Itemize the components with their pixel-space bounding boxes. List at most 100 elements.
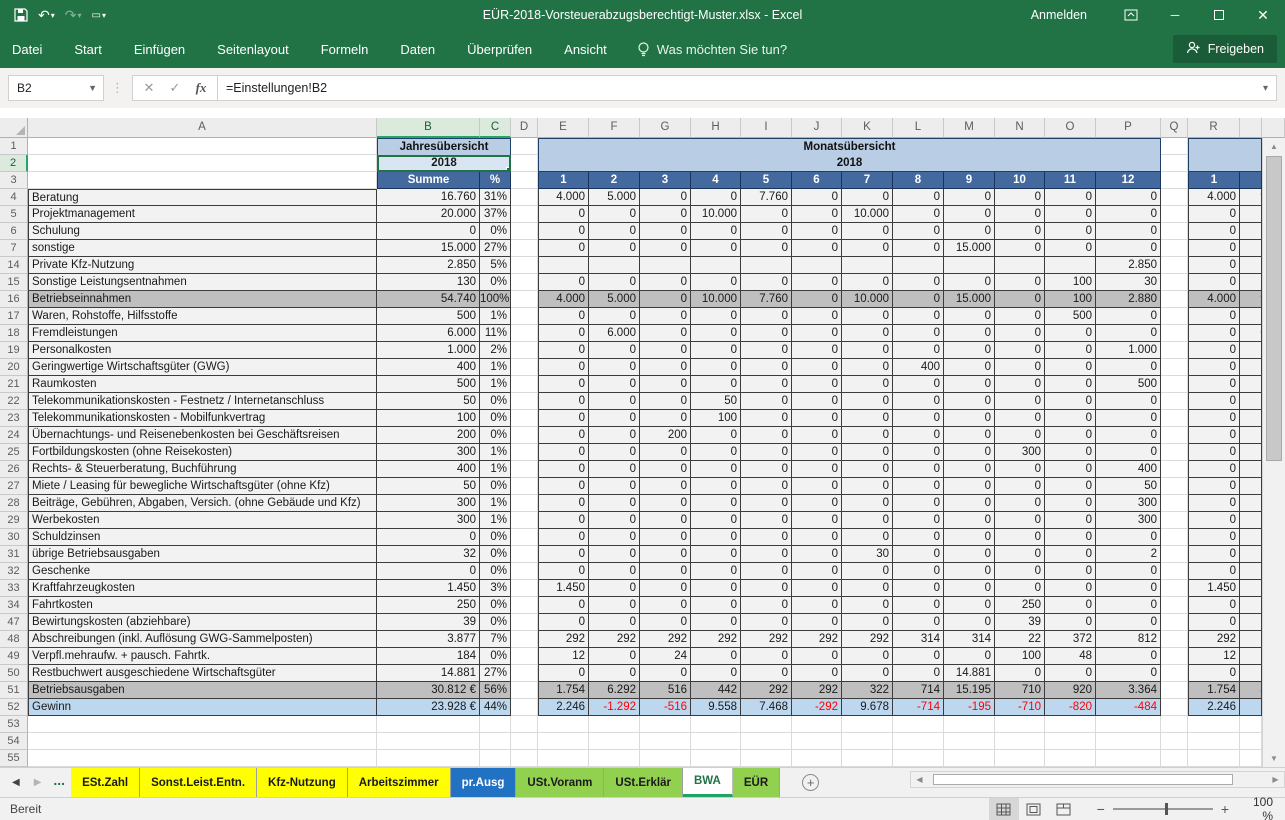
cell[interactable]: [511, 699, 538, 716]
cell[interactable]: [1161, 359, 1188, 376]
month-value-cell[interactable]: 0: [538, 444, 589, 461]
cell[interactable]: [842, 716, 893, 733]
month-value-cell[interactable]: 500: [1045, 308, 1096, 325]
row-header[interactable]: 34: [0, 597, 28, 614]
month-value-cell[interactable]: 0: [792, 291, 842, 308]
cell[interactable]: [1161, 665, 1188, 682]
month-value-cell[interactable]: 920: [1045, 682, 1096, 699]
month-value-cell[interactable]: 0: [640, 614, 691, 631]
sheet-nav-left-icon[interactable]: ◀: [12, 777, 20, 788]
row-label-cell[interactable]: Bewirtungskosten (abziehbare): [28, 614, 377, 631]
month-value-cell[interactable]: 2.880: [1096, 291, 1161, 308]
sum-cell[interactable]: 1.450: [377, 580, 480, 597]
month-value-cell[interactable]: 0: [893, 478, 944, 495]
sheet-tab-bwa[interactable]: BWA: [683, 768, 733, 797]
month-value-cell[interactable]: 0: [842, 376, 893, 393]
cumulative-value-cell[interactable]: 0: [1188, 359, 1240, 376]
month-value-cell[interactable]: 0: [893, 427, 944, 444]
cumulative-value-cell[interactable]: 0: [1240, 563, 1262, 580]
month-value-cell[interactable]: [944, 257, 995, 274]
ribbon-tab-datei[interactable]: Datei: [0, 30, 58, 68]
month-value-cell[interactable]: 0: [741, 325, 792, 342]
month-value-cell[interactable]: 9.678: [842, 699, 893, 716]
cumulative-value-cell[interactable]: 0: [1188, 529, 1240, 546]
month-value-cell[interactable]: 322: [842, 682, 893, 699]
month-value-cell[interactable]: [995, 257, 1045, 274]
month-value-cell[interactable]: 100: [1045, 274, 1096, 291]
month-value-cell[interactable]: 0: [640, 223, 691, 240]
month-value-cell[interactable]: 0: [741, 665, 792, 682]
scroll-down-icon[interactable]: ▼: [1263, 750, 1285, 767]
month-value-cell[interactable]: 516: [640, 682, 691, 699]
cell[interactable]: [741, 750, 792, 767]
month-value-cell[interactable]: 0: [893, 529, 944, 546]
sheet-tab-eür[interactable]: EÜR: [733, 768, 780, 797]
cell[interactable]: [1161, 325, 1188, 342]
month-value-cell[interactable]: [893, 257, 944, 274]
month-value-cell[interactable]: 0: [741, 240, 792, 257]
cell[interactable]: [511, 308, 538, 325]
month-value-cell[interactable]: 30: [1096, 274, 1161, 291]
cell[interactable]: [511, 546, 538, 563]
month-value-cell[interactable]: 0: [640, 376, 691, 393]
month-value-cell[interactable]: -195: [944, 699, 995, 716]
row-header[interactable]: 30: [0, 529, 28, 546]
sheet-tab-sonst-leist-entn-[interactable]: Sonst.Leist.Entn.: [140, 768, 257, 797]
month-value-cell[interactable]: 0: [1096, 563, 1161, 580]
cell[interactable]: [1161, 546, 1188, 563]
sum-cell[interactable]: 400: [377, 359, 480, 376]
percent-cell[interactable]: 0%: [480, 546, 511, 563]
new-sheet-button[interactable]: +: [802, 768, 819, 797]
cell[interactable]: [511, 393, 538, 410]
month-value-cell[interactable]: [538, 257, 589, 274]
row-header[interactable]: 52: [0, 699, 28, 716]
month-value-cell[interactable]: 0: [691, 580, 741, 597]
month-value-cell[interactable]: 0: [640, 393, 691, 410]
month-value-cell[interactable]: 0: [741, 223, 792, 240]
month-value-cell[interactable]: 0: [995, 376, 1045, 393]
month-value-cell[interactable]: 0: [1096, 206, 1161, 223]
row-label-cell[interactable]: Kraftfahrzeugkosten: [28, 580, 377, 597]
row-label-cell[interactable]: Raumkosten: [28, 376, 377, 393]
month-value-cell[interactable]: 0: [792, 648, 842, 665]
sheet-tab-arbeitszimmer[interactable]: Arbeitszimmer: [348, 768, 451, 797]
sum-cell[interactable]: 0: [377, 563, 480, 580]
tellme-box[interactable]: Was möchten Sie tun?: [637, 42, 787, 57]
tab-overflow-indicator[interactable]: ...: [51, 768, 71, 797]
month-value-cell[interactable]: 0: [640, 546, 691, 563]
month-value-cell[interactable]: 0: [1045, 461, 1096, 478]
cell[interactable]: [377, 750, 480, 767]
percent-cell[interactable]: 0%: [480, 529, 511, 546]
cumulative-value-cell[interactable]: 0: [1240, 478, 1262, 495]
month-value-cell[interactable]: 0: [589, 512, 640, 529]
row-label-cell[interactable]: Fremdleistungen: [28, 325, 377, 342]
month-value-cell[interactable]: 0: [691, 495, 741, 512]
cumulative-value-cell[interactable]: 0: [1240, 257, 1262, 274]
month-value-cell[interactable]: 0: [538, 597, 589, 614]
month-value-cell[interactable]: 0: [944, 223, 995, 240]
month-value-cell[interactable]: 0: [691, 274, 741, 291]
cell[interactable]: [1161, 529, 1188, 546]
cell[interactable]: [511, 750, 538, 767]
cell[interactable]: [1161, 597, 1188, 614]
cell[interactable]: [1096, 733, 1161, 750]
month-value-cell[interactable]: 0: [893, 563, 944, 580]
month-value-cell[interactable]: 0: [842, 308, 893, 325]
cumulative-value-cell[interactable]: 0: [1188, 257, 1240, 274]
cumulative-value-cell[interactable]: 0: [1188, 563, 1240, 580]
month-value-cell[interactable]: 0: [1045, 512, 1096, 529]
cumulative-value-cell[interactable]: 954: [1240, 699, 1262, 716]
month-value-cell[interactable]: 0: [1045, 359, 1096, 376]
month-value-cell[interactable]: 10.000: [842, 206, 893, 223]
month-value-cell[interactable]: 0: [640, 461, 691, 478]
cell[interactable]: [538, 750, 589, 767]
month-value-cell[interactable]: 0: [538, 223, 589, 240]
cell[interactable]: [377, 733, 480, 750]
cell[interactable]: [893, 716, 944, 733]
month-value-cell[interactable]: 292: [842, 631, 893, 648]
month-value-cell[interactable]: 0: [538, 393, 589, 410]
cell[interactable]: [28, 716, 377, 733]
month-value-cell[interactable]: 0: [792, 614, 842, 631]
row-label-cell[interactable]: Geschenke: [28, 563, 377, 580]
month-value-cell[interactable]: 0: [691, 597, 741, 614]
